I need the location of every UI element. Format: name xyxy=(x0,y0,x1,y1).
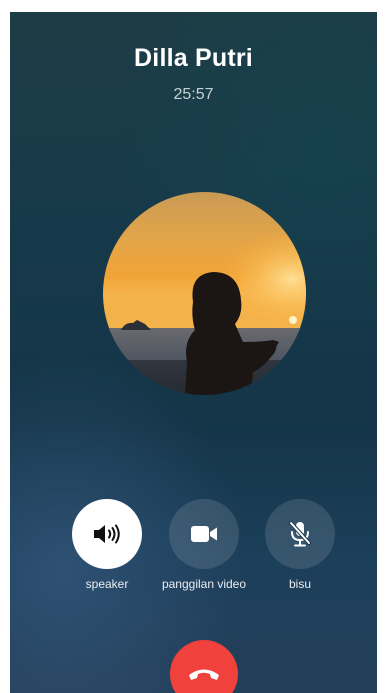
speaker-control: speaker xyxy=(57,499,157,591)
speaker-label: speaker xyxy=(85,577,129,591)
mute-button[interactable] xyxy=(265,499,335,569)
end-call-button[interactable] xyxy=(170,640,238,693)
mute-control: bisu xyxy=(250,499,350,591)
video-call-label: panggilan video xyxy=(161,577,247,591)
video-camera-icon xyxy=(191,526,217,542)
mute-label: bisu xyxy=(288,577,311,591)
call-screen: Dilla Putri 25:57 speaker panggilan vide… xyxy=(10,12,377,693)
microphone-muted-icon xyxy=(289,521,311,547)
video-control: panggilan video xyxy=(154,499,254,591)
call-duration: 25:57 xyxy=(173,86,214,103)
speaker-button[interactable] xyxy=(72,499,142,569)
call-controls: speaker panggilan video bisu xyxy=(10,499,377,599)
speaker-icon xyxy=(94,524,120,544)
end-call-icon xyxy=(189,669,219,680)
caller-avatar xyxy=(103,192,306,395)
video-call-button[interactable] xyxy=(169,499,239,569)
avatar-photo xyxy=(103,192,306,395)
caller-name: Dilla Putri xyxy=(134,44,253,72)
